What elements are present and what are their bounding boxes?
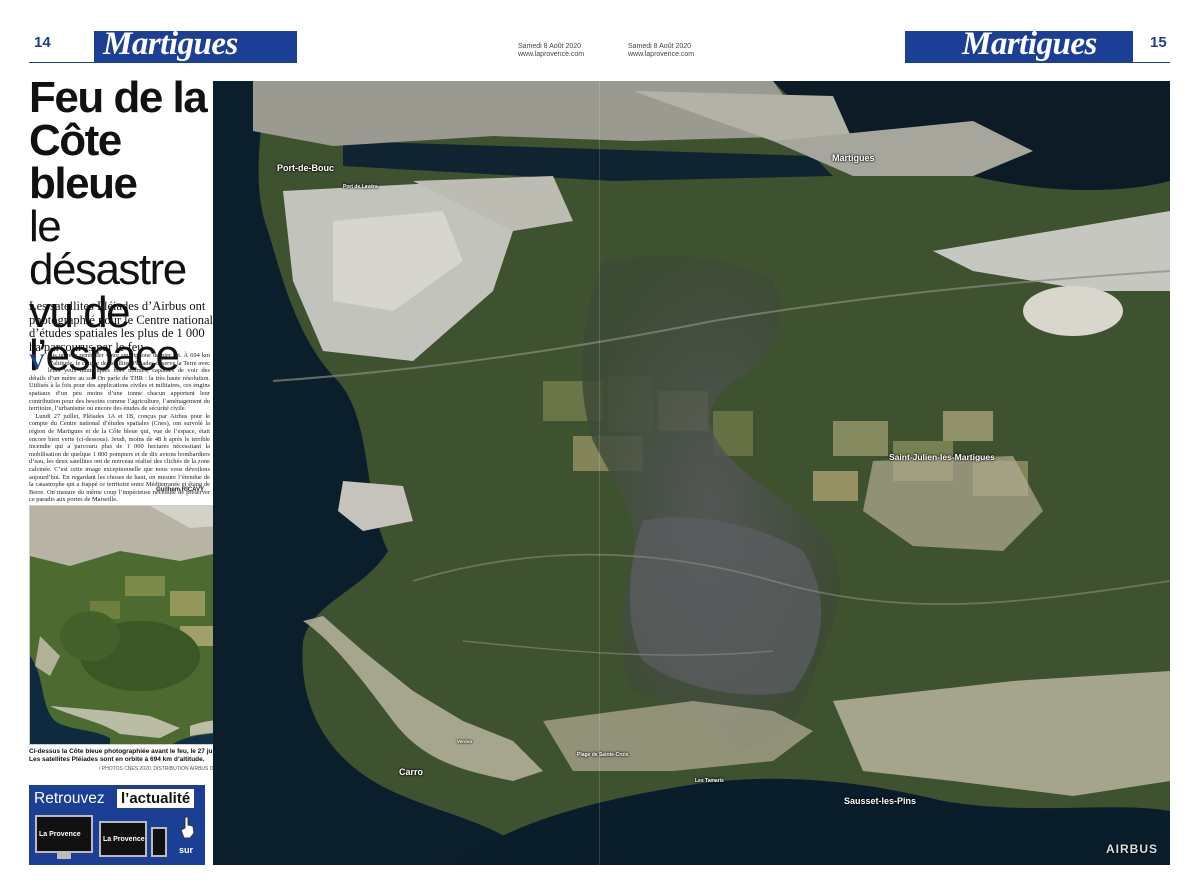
- airbus-watermark: AIRBUS: [1106, 842, 1159, 856]
- photo-credit: / PHOTOS CNES 2020, DISTRIBUTION AIRBUS …: [99, 766, 217, 772]
- label-carro: Carro: [399, 767, 424, 777]
- main-satellite-photo: Port-de-Bouc Port de Lavéra Martigues Sa…: [213, 81, 1170, 865]
- promo-actualite: l’actualité: [117, 789, 195, 808]
- main-photo-graphic: [213, 81, 1170, 865]
- tablet-device-icon: La Provence: [99, 821, 147, 857]
- page-number-right: 15: [1150, 34, 1167, 51]
- label-port-de-bouc: Port-de-Bouc: [277, 163, 334, 173]
- label-martigues: Martigues: [832, 153, 875, 163]
- headline-line-1: Feu de la: [29, 73, 208, 122]
- page-gutter: [599, 81, 600, 865]
- date-left: Samedi 8 Août 2020: [518, 43, 582, 50]
- desktop-device-icon: La Provence: [35, 815, 93, 853]
- label-verdon: Verdon: [457, 739, 473, 744]
- inset-caption: Ci-dessus la Côte bleue photographiée av…: [29, 748, 229, 764]
- promo-retrouvez: Retrouvez: [34, 790, 105, 807]
- headline-line-3: le désastre: [29, 202, 187, 294]
- label-saint-julien: Saint-Julien-les-Martigues: [889, 452, 995, 462]
- byline: Guilhem RICAVY: [156, 487, 204, 493]
- header-rule-left: [29, 62, 297, 63]
- headline-line-2: Côte bleue: [29, 116, 138, 208]
- dateline-left: Samedi 8 Août 2020 www.laprovence.com: [518, 43, 584, 59]
- site-right[interactable]: www.laprovence.com: [628, 51, 694, 59]
- date-right: Samedi 8 Août 2020: [628, 43, 692, 50]
- caption-line-1: Ci-dessus la Côte bleue photographiée av…: [29, 748, 226, 755]
- article-paragraph-1: ous pouvez remballer votre smartphone de…: [29, 352, 210, 413]
- article-body: Vous pouvez remballer votre smartphone d…: [29, 349, 210, 504]
- page-number-left: 14: [34, 34, 51, 51]
- site-left[interactable]: www.laprovence.com: [518, 51, 584, 59]
- tablet-device-label: La Provence: [103, 835, 145, 843]
- label-sausset: Sausset-les-Pins: [844, 796, 917, 806]
- header-rule-right: [905, 62, 1170, 63]
- promo-sur: sur: [179, 845, 194, 855]
- label-les-tamaris: Les Tamaris: [695, 778, 724, 784]
- article-lead: Les satellites Pléiades d’Airbus ont pho…: [29, 299, 213, 354]
- label-plage-sainte-croix: Plage de Sainte-Croix: [577, 752, 629, 758]
- monitor-stand-icon: [57, 853, 71, 859]
- caption-line-2: Les satellites Pléiades sont en orbite à…: [29, 756, 205, 763]
- phone-device-icon: [151, 827, 167, 857]
- section-title-right: Martigues: [962, 26, 1097, 62]
- dateline-right: Samedi 8 Août 2020 www.laprovence.com: [628, 43, 694, 59]
- section-title-left: Martigues: [103, 26, 238, 62]
- label-port-de-lavera: Port de Lavéra: [343, 184, 378, 190]
- hand-pointer-icon: [179, 815, 197, 839]
- desktop-device-label: La Provence: [39, 830, 81, 838]
- promo-banner[interactable]: Retrouvez l’actualité La Provence La Pro…: [29, 785, 205, 865]
- dropcap-letter: V: [29, 349, 45, 374]
